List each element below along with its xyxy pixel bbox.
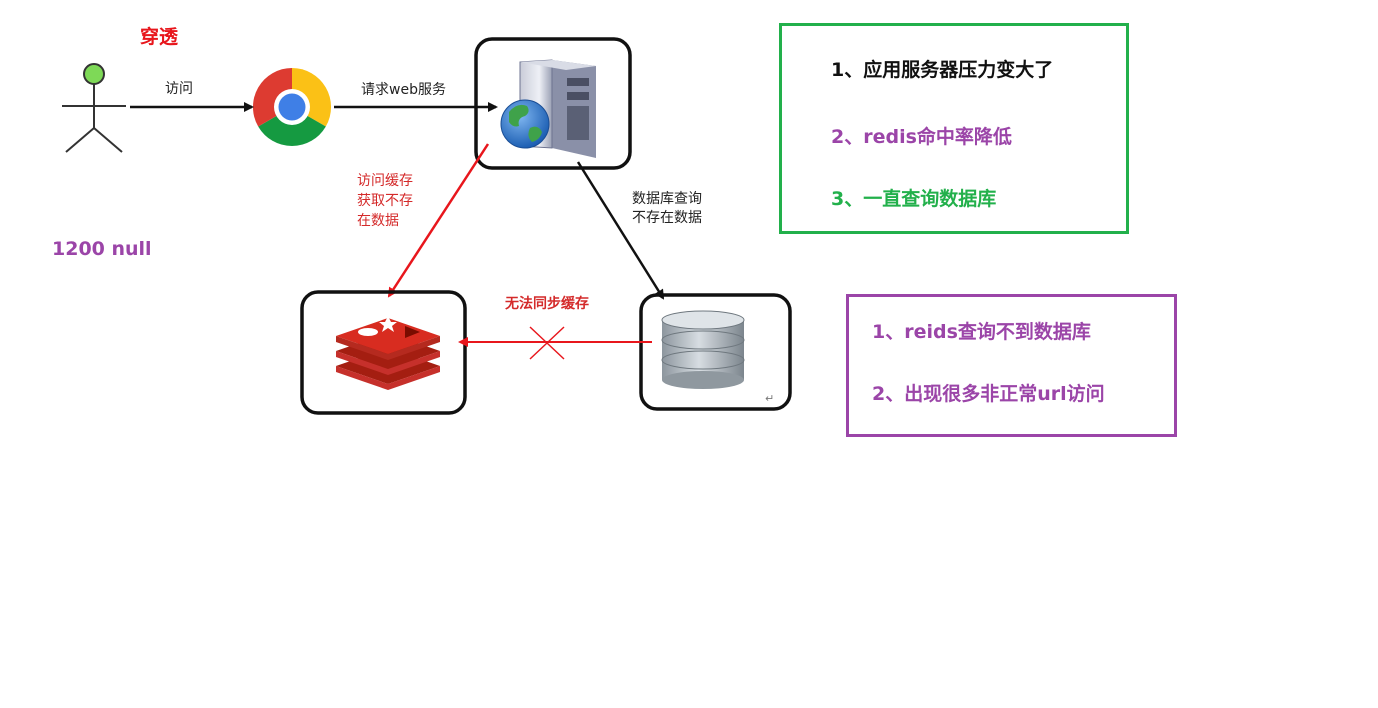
user-stick-figure-icon <box>62 63 126 153</box>
consequence-item: 2、redis命中率降低 <box>831 126 1012 148</box>
web-server-icon <box>500 59 596 158</box>
edge-label-db-query: 数据库查询 不存在数据 <box>632 191 702 226</box>
database-icon <box>661 310 745 389</box>
edge-label-request-web: 请求web服务 <box>361 82 446 98</box>
edge-label-visit: 访问 <box>165 81 193 97</box>
consequences-box: 1、应用服务器压力变大了 2、redis命中率降低 3、一直查询数据库 <box>779 23 1129 234</box>
edge-label-cache-miss: 访问缓存 获取不存 在数据 <box>357 173 413 229</box>
diagram-title: 穿透 <box>140 26 179 48</box>
consequence-item: 1、应用服务器压力变大了 <box>831 59 1054 81</box>
cause-item: 2、出现很多非正常url访问 <box>872 383 1105 405</box>
null-request-label: 1200 null <box>52 238 152 260</box>
cause-item: 1、reids查询不到数据库 <box>872 321 1091 343</box>
chrome-browser-icon <box>252 67 332 147</box>
edge-server-database <box>576 161 665 300</box>
causes-box: 1、reids查询不到数据库 2、出现很多非正常url访问 <box>846 294 1177 437</box>
return-mark: ↵ <box>765 392 775 405</box>
consequence-item: 3、一直查询数据库 <box>831 188 997 210</box>
redis-icon <box>336 316 440 390</box>
edge-label-cannot-sync: 无法同步缓存 <box>505 296 589 312</box>
